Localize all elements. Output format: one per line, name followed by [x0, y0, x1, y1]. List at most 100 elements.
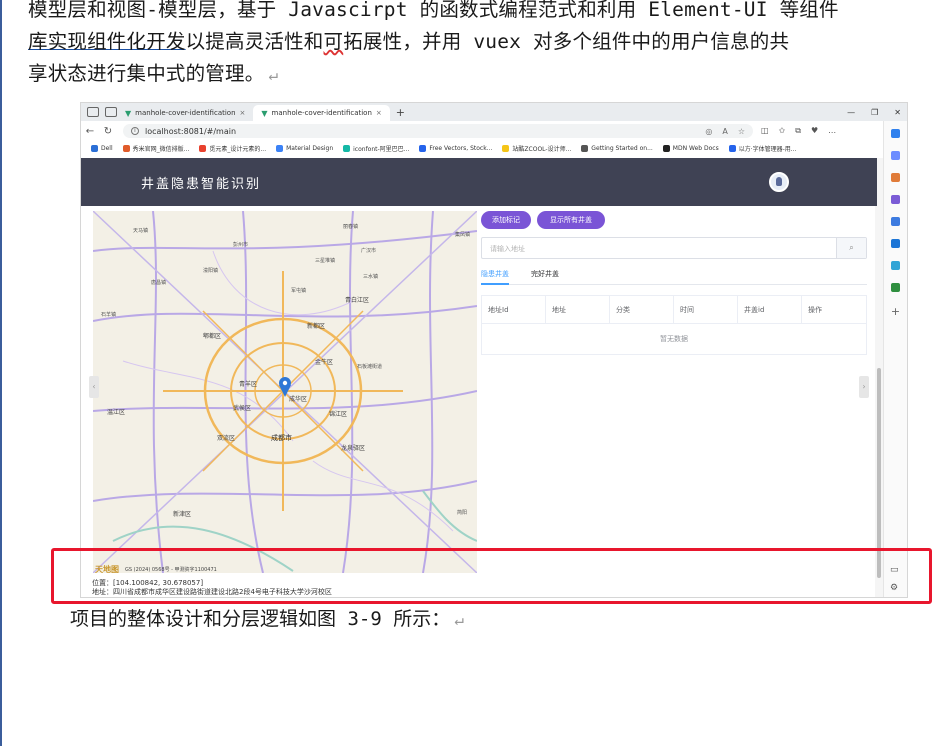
- tools-icon[interactable]: [891, 217, 900, 226]
- bookmark-item[interactable]: 秀米官网_微信排版...: [122, 144, 189, 153]
- bookmark-item[interactable]: Getting Started on...: [581, 145, 653, 152]
- paragraph-line-2: 库实现组件化开发以提高灵活性和可拓展性，并用 vuex 对多个组件中的用户信息的…: [28, 26, 928, 58]
- embedded-screenshot: ▼ manhole-cover-identification × ▼ manho…: [80, 102, 908, 598]
- url-text: localhost:8081/#/main: [145, 126, 237, 136]
- bookmark-item[interactable]: MDN Web Docs: [662, 145, 719, 152]
- favorite-star-icon[interactable]: ☆: [738, 127, 745, 136]
- profile-icon[interactable]: [87, 107, 99, 117]
- user-avatar[interactable]: [769, 172, 789, 192]
- read-aloud-icon[interactable]: A: [722, 127, 727, 136]
- map-place-label: 濛阳镇: [203, 268, 219, 274]
- column-header[interactable]: 时间: [674, 295, 738, 324]
- column-header[interactable]: 操作: [802, 296, 866, 324]
- search-icon[interactable]: [891, 129, 900, 138]
- search-icon[interactable]: ⌕: [836, 238, 866, 258]
- toolbar-icons: ◫ ✩ ⧉ ♥ …: [761, 126, 836, 136]
- bookmark-item[interactable]: Material Design: [276, 145, 333, 152]
- column-header[interactable]: 地址: [546, 295, 610, 324]
- people-icon[interactable]: [891, 195, 900, 204]
- refresh-icon[interactable]: ↻: [99, 126, 117, 137]
- paragraph-text-segment: 以提高灵活性和: [185, 30, 324, 53]
- map-prev-arrow-icon[interactable]: ‹: [89, 376, 99, 398]
- bookmark-favicon-icon: [122, 145, 130, 152]
- map-place-label: 锦江区: [329, 411, 348, 418]
- split-screen-icon[interactable]: ◫: [761, 126, 769, 136]
- table-header: 地址Id 地址 分类 时间 井盖id 操作: [482, 295, 866, 324]
- bookmark-favicon-icon: [343, 145, 351, 152]
- tab-hazard-covers[interactable]: 隐患井盖: [481, 267, 509, 285]
- paragraph-text-segment: 享状态进行集中式的管理。: [28, 62, 265, 85]
- map-place-label: 石板滩街道: [357, 364, 383, 370]
- bookmark-item[interactable]: 站酷ZCOOL-设计师...: [502, 144, 571, 153]
- map-place-label: 丽春镇: [343, 224, 359, 230]
- tag-icon[interactable]: [891, 151, 900, 160]
- vue-favicon-icon: ▼: [261, 108, 268, 118]
- close-window-icon[interactable]: ✕: [894, 108, 901, 117]
- paragraph-mark-icon: ↵: [454, 610, 464, 629]
- paragraph-mark-icon: ↵: [268, 65, 279, 84]
- app-header: 井盖隐患智能识别: [81, 158, 877, 206]
- shopping-icon[interactable]: [891, 173, 900, 182]
- table-empty-text: 暂无数据: [660, 335, 688, 343]
- map-view[interactable]: 天马镇 彭州市 丽春镇 广汉市 三星堆镇 集凤镇 濛阳镇 三水镇 唐昌镇 军屯镇 青白江区 郫都区 新都…: [93, 211, 477, 573]
- map-place-label: 天马镇: [133, 228, 149, 234]
- tree-icon[interactable]: [891, 283, 900, 292]
- tab-intact-covers[interactable]: 完好井盖: [531, 267, 559, 285]
- map-place-label: 青白江区: [345, 297, 370, 304]
- document-margin-rule: [0, 0, 2, 746]
- favorites-icon[interactable]: ✩: [779, 126, 786, 136]
- document-paragraph: 模型层和视图-模型层，基于 Javascirpt 的函数式编程范式和利用 Ele…: [28, 0, 928, 91]
- column-header[interactable]: 井盖id: [738, 295, 802, 324]
- url-field[interactable]: i localhost:8081/#/main ◎ A ☆: [123, 124, 753, 138]
- map-place-label: 石羊镇: [101, 312, 117, 318]
- more-icon[interactable]: …: [828, 126, 836, 136]
- map-place-label: 郫都区: [203, 333, 222, 340]
- minimize-icon[interactable]: —: [847, 108, 855, 117]
- map-place-label: 集凤镇: [455, 232, 471, 238]
- bookmark-favicon-icon: [276, 145, 284, 152]
- map-place-label: 广汉市: [361, 248, 377, 254]
- add-marker-button[interactable]: 添加标记: [481, 211, 531, 229]
- panel-next-arrow-icon[interactable]: ›: [859, 376, 869, 398]
- workspaces-icon[interactable]: [105, 107, 117, 117]
- show-all-covers-button[interactable]: 显示所有井盖: [537, 211, 605, 229]
- address-search-input[interactable]: 请输入地址 ⌕: [481, 237, 867, 259]
- bookmark-item[interactable]: 以方·字体管理器-用...: [728, 144, 797, 153]
- bookmark-item[interactable]: iconfont-阿里巴巴...: [343, 144, 409, 153]
- column-header[interactable]: 分类: [610, 295, 674, 324]
- bookmark-favicon-icon: [199, 145, 207, 152]
- designer-icon[interactable]: [891, 261, 900, 270]
- bookmark-item[interactable]: 觅元素_设计元素的...: [199, 144, 266, 153]
- map-place-label: 成华区: [289, 396, 308, 403]
- add-sidebar-icon[interactable]: +: [884, 305, 907, 318]
- collections-icon[interactable]: ⧉: [795, 126, 801, 136]
- close-tab-icon[interactable]: ×: [376, 109, 382, 117]
- browser-tab-1[interactable]: ▼ manhole-cover-identification ×: [117, 105, 253, 121]
- bookmark-label: 以方·字体管理器-用...: [738, 146, 797, 153]
- site-info-icon[interactable]: i: [131, 127, 139, 135]
- tracking-icon[interactable]: ◎: [705, 127, 712, 136]
- restore-icon[interactable]: ❐: [871, 108, 878, 117]
- bookmark-item[interactable]: Dell: [91, 145, 113, 152]
- covers-table: 地址Id 地址 分类 时间 井盖id 操作 暂无数据: [481, 295, 867, 355]
- bookmark-label: MDN Web Docs: [672, 145, 719, 152]
- tab-title: manhole-cover-identification: [135, 109, 236, 117]
- bookmark-favicon-icon: [662, 145, 670, 152]
- outlook-icon[interactable]: [891, 239, 900, 248]
- bookmark-item[interactable]: Free Vectors, Stock...: [419, 145, 492, 152]
- browser-tab-2[interactable]: ▼ manhole-cover-identification ×: [253, 105, 390, 121]
- bookmark-favicon-icon: [91, 145, 98, 152]
- map-roads: [93, 211, 477, 573]
- close-tab-icon[interactable]: ×: [240, 109, 246, 117]
- spellcheck-flagged-word: 可: [323, 30, 344, 53]
- paragraph-text-segment: 拓展性，并用 vuex 对多个组件中的用户信息的共: [343, 30, 790, 53]
- scrollbar-thumb[interactable]: [877, 368, 881, 578]
- new-tab-icon[interactable]: +: [396, 106, 405, 119]
- tab-title: manhole-cover-identification: [271, 109, 372, 117]
- page-scrollbar[interactable]: [875, 158, 883, 597]
- bookmark-favicon-icon: [581, 145, 589, 152]
- back-icon[interactable]: ←: [81, 126, 99, 137]
- bookmark-label: 觅元素_设计元素的...: [209, 146, 267, 153]
- column-header[interactable]: 地址Id: [482, 295, 546, 324]
- extensions-icon[interactable]: ♥: [811, 126, 818, 136]
